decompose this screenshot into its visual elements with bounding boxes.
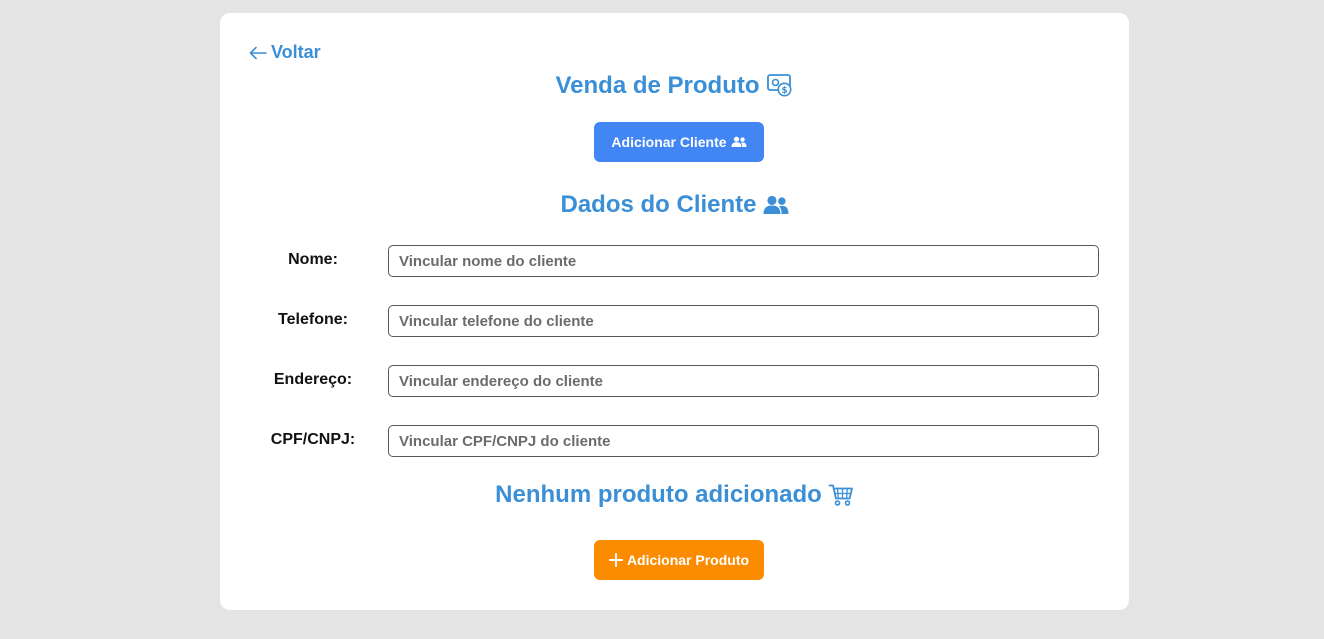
client-section-title: Dados do Cliente <box>220 191 1129 219</box>
client-section-title-text: Dados do Cliente <box>560 191 757 218</box>
svg-text:$: $ <box>781 86 787 96</box>
name-label: Nome: <box>288 251 338 268</box>
arrow-left-icon <box>249 46 267 59</box>
add-client-button-label: Adicionar Cliente <box>611 134 727 150</box>
phone-label: Telefone: <box>278 311 348 328</box>
sale-card: Voltar Venda de Produto $ Adicionar Clie… <box>220 13 1129 610</box>
add-product-button-label: Adicionar Produto <box>626 552 750 568</box>
back-link[interactable]: Voltar <box>249 42 321 63</box>
back-link-label: Voltar <box>271 42 321 62</box>
plus-icon <box>608 553 623 567</box>
users-icon <box>731 136 747 147</box>
shopping-cart-icon <box>828 484 853 506</box>
add-product-button[interactable]: Adicionar Produto <box>594 540 764 580</box>
cpf-cnpj-input[interactable] <box>388 425 1099 457</box>
address-label: Endereço: <box>273 371 353 388</box>
products-section-title-text: Nenhum produto adicionado <box>495 481 822 508</box>
cpf-cnpj-label: CPF/CNPJ: <box>270 431 356 448</box>
name-input[interactable] <box>388 245 1099 277</box>
page-title-text: Venda de Produto <box>555 72 760 99</box>
users-icon <box>763 195 789 214</box>
money-check-dollar-icon: $ <box>766 74 792 97</box>
add-client-button[interactable]: Adicionar Cliente <box>594 122 764 162</box>
address-input[interactable] <box>388 365 1099 397</box>
phone-input[interactable] <box>388 305 1099 337</box>
page-title: Venda de Produto $ <box>220 72 1129 100</box>
products-section-title: Nenhum produto adicionado <box>220 481 1129 509</box>
